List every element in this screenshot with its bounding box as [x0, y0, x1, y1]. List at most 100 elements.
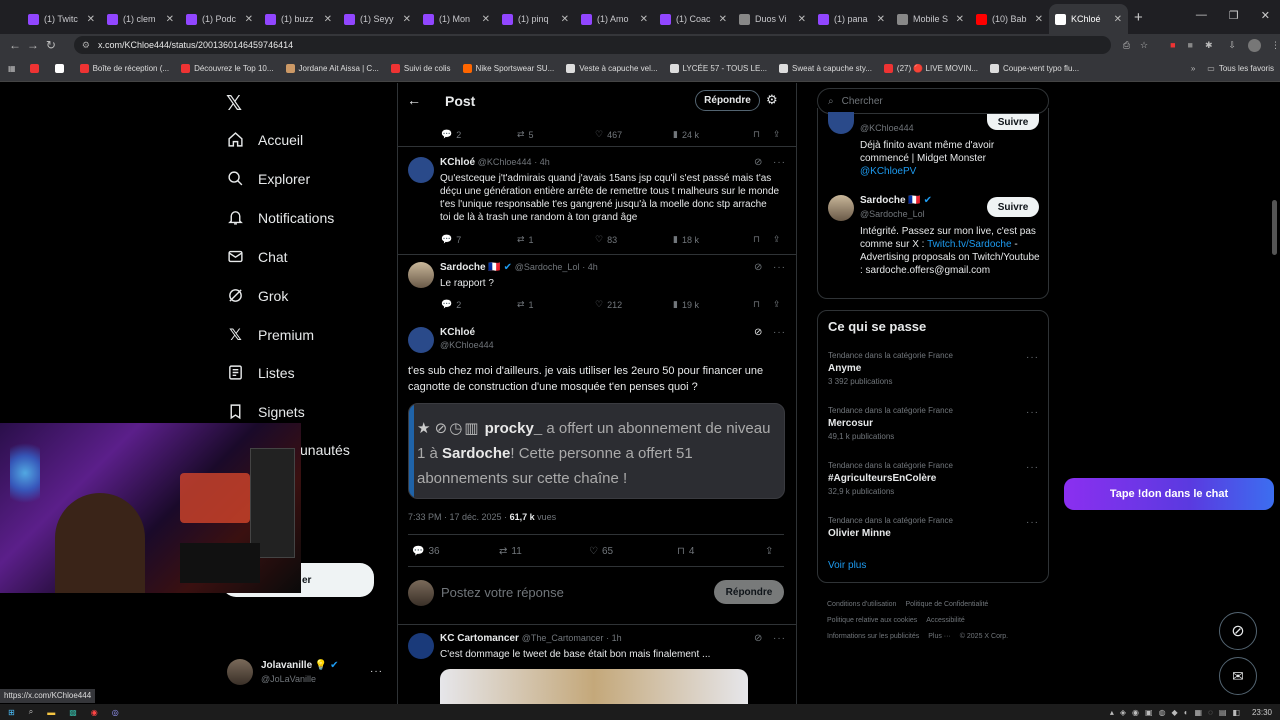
- browser-tab[interactable]: (1) Seyy ✕: [338, 4, 417, 34]
- browser-tab[interactable]: (10) Bab ✕: [970, 4, 1049, 34]
- trend-more-icon[interactable]: ···: [1026, 517, 1039, 528]
- minimize-button[interactable]: —: [1196, 9, 1207, 22]
- see-more-link[interactable]: Voir plus: [828, 560, 866, 571]
- new-tab-button[interactable]: +: [1134, 9, 1143, 26]
- nav-home[interactable]: Accueil: [227, 131, 303, 148]
- maximize-button[interactable]: ❐: [1229, 9, 1239, 22]
- back-arrow-icon[interactable]: ←: [407, 92, 421, 108]
- retweet-action[interactable]: ⇄ 11: [499, 546, 589, 557]
- bookmark-item[interactable]: Coupe-vent typo flu...: [984, 64, 1085, 73]
- site-info-icon[interactable]: ⚙: [82, 40, 90, 51]
- nav-bookmarks[interactable]: Signets: [227, 403, 305, 420]
- tweet-avatar[interactable]: [408, 633, 434, 659]
- trend-more-icon[interactable]: ···: [1026, 462, 1039, 473]
- bookmark-item[interactable]: Sweat à capuche sty...: [773, 64, 878, 73]
- tweet-handle[interactable]: @Sardoche_Lol: [515, 262, 580, 272]
- suggestion-handle[interactable]: @KChloe444: [860, 123, 914, 133]
- browser-tab[interactable]: (1) Twitc ✕: [22, 4, 101, 34]
- views-action[interactable]: ▮ 24 k: [673, 129, 753, 140]
- obs-icon[interactable]: ◎: [112, 708, 119, 717]
- tweet-author[interactable]: KChloé: [440, 157, 475, 168]
- apps-grid-icon[interactable]: ▦: [0, 64, 24, 73]
- reply-action[interactable]: 💬 2: [441, 129, 517, 140]
- suggestion-handle[interactable]: @Sardoche_Lol: [860, 209, 925, 219]
- bookmark-item[interactable]: Nike Sportswear SU...: [457, 64, 561, 73]
- tweet-handle[interactable]: @The_Cartomancer: [522, 633, 604, 643]
- all-bookmarks-folder[interactable]: ▭ Tous les favoris: [1201, 64, 1280, 73]
- close-tab-icon[interactable]: ✕: [245, 14, 253, 25]
- bookmark-item[interactable]: Suivi de colis: [385, 64, 457, 73]
- nav-lists[interactable]: Listes: [227, 364, 295, 381]
- search-icon[interactable]: ⌕: [29, 707, 33, 717]
- tweet-avatar[interactable]: [408, 157, 434, 183]
- more-icon[interactable]: ···: [773, 157, 786, 168]
- share-icon[interactable]: ⇪: [765, 546, 773, 557]
- follow-button[interactable]: Suivre: [987, 114, 1039, 130]
- share-icon[interactable]: ⇪: [773, 234, 781, 245]
- trend-item[interactable]: Tendance dans la catégorie France Anyme 3 …: [828, 351, 953, 386]
- like-action[interactable]: ♡ 467: [595, 129, 673, 140]
- tweet-author[interactable]: KC Cartomancer: [440, 633, 519, 644]
- x-logo[interactable]: 𝕏: [226, 91, 242, 116]
- main-tweet-handle[interactable]: @KChloe444: [440, 340, 494, 350]
- bio-link[interactable]: Twitch.tv/Sardoche: [927, 239, 1011, 250]
- browser-tab[interactable]: (1) Podc ✕: [180, 4, 259, 34]
- bookmark-item[interactable]: Découvrez le Top 10...: [175, 64, 279, 73]
- bookmark-item[interactable]: Veste à capuche vel...: [560, 64, 663, 73]
- main-tweet-author[interactable]: KChloé: [440, 327, 475, 338]
- grok-icon[interactable]: ⊘: [754, 157, 763, 168]
- settings-sliders-icon[interactable]: ⚙: [766, 92, 778, 108]
- nav-communities[interactable]: unautés: [300, 442, 350, 458]
- close-tab-icon[interactable]: ✕: [324, 14, 332, 25]
- grok-float-button[interactable]: ⊘: [1219, 612, 1257, 650]
- more-icon[interactable]: ···: [773, 327, 786, 338]
- close-tab-icon[interactable]: ✕: [877, 14, 885, 25]
- back-arrow-icon[interactable]: ←: [6, 38, 24, 52]
- tweet-author[interactable]: Sardoche: [440, 262, 486, 273]
- footer-link[interactable]: Informations sur les publicités: [827, 629, 919, 645]
- main-tweet-avatar[interactable]: [408, 327, 434, 353]
- nav-explore[interactable]: Explorer: [227, 170, 310, 187]
- reply-action[interactable]: 💬 36: [412, 546, 499, 557]
- share-icon[interactable]: ⇪: [773, 299, 781, 310]
- like-action[interactable]: ♡ 65: [589, 546, 677, 557]
- bookmark-star-icon[interactable]: ☆: [1140, 40, 1148, 51]
- account-name-row[interactable]: Jolavanille 💡 ✔: [261, 660, 339, 671]
- suggestion-name-row[interactable]: Sardoche 🇫🇷 ✔: [860, 195, 932, 206]
- grok-icon[interactable]: ⊘: [754, 262, 763, 273]
- puzzle-icon[interactable]: ✱: [1205, 40, 1213, 51]
- browser-tab[interactable]: Mobile S ✕: [891, 4, 970, 34]
- like-action[interactable]: ♡ 212: [595, 299, 673, 310]
- trend-item[interactable]: Tendance dans la catégorie France Mercosu…: [828, 406, 953, 441]
- reply-input[interactable]: Postez votre réponse: [441, 585, 564, 600]
- close-tab-icon[interactable]: ✕: [1114, 14, 1122, 25]
- close-tab-icon[interactable]: ✕: [561, 14, 569, 25]
- extension-icon[interactable]: ■: [1170, 40, 1175, 50]
- bookmarks-overflow-icon[interactable]: »: [1185, 64, 1201, 73]
- downloads-icon[interactable]: ⇩: [1229, 40, 1237, 51]
- bookmark-item[interactable]: [49, 64, 74, 73]
- tweet-time[interactable]: · 4h: [534, 157, 550, 167]
- bookmark-item[interactable]: Boîte de réception (...: [74, 64, 176, 73]
- close-tab-icon[interactable]: ✕: [403, 14, 411, 25]
- tweet-avatar[interactable]: [408, 262, 434, 288]
- tweet-image[interactable]: [440, 669, 748, 704]
- browser-tab[interactable]: (1) Coac ✕: [654, 4, 733, 34]
- close-tab-icon[interactable]: ✕: [87, 14, 95, 25]
- install-icon[interactable]: ⎙: [1123, 40, 1130, 51]
- reload-icon[interactable]: ↻: [42, 38, 60, 52]
- close-tab-icon[interactable]: ✕: [956, 14, 964, 25]
- footer-link[interactable]: Conditions d'utilisation: [827, 597, 896, 613]
- account-avatar[interactable]: [227, 659, 253, 685]
- browser-tab[interactable]: (1) buzz ✕: [259, 4, 338, 34]
- app-icon[interactable]: ▩: [69, 708, 77, 717]
- close-tab-icon[interactable]: ✕: [640, 14, 648, 25]
- trend-item[interactable]: Tendance dans la catégorie France Olivier…: [828, 516, 953, 539]
- extension-icon[interactable]: ■: [1188, 40, 1193, 50]
- trend-more-icon[interactable]: ···: [1026, 407, 1039, 418]
- retweet-action[interactable]: ⇄ 1: [517, 234, 595, 245]
- footer-link[interactable]: Accessibilité: [926, 613, 965, 629]
- page-scrollbar[interactable]: [1272, 200, 1277, 255]
- follow-button[interactable]: Suivre: [987, 197, 1039, 217]
- browser-tab[interactable]: (1) Amo ✕: [575, 4, 654, 34]
